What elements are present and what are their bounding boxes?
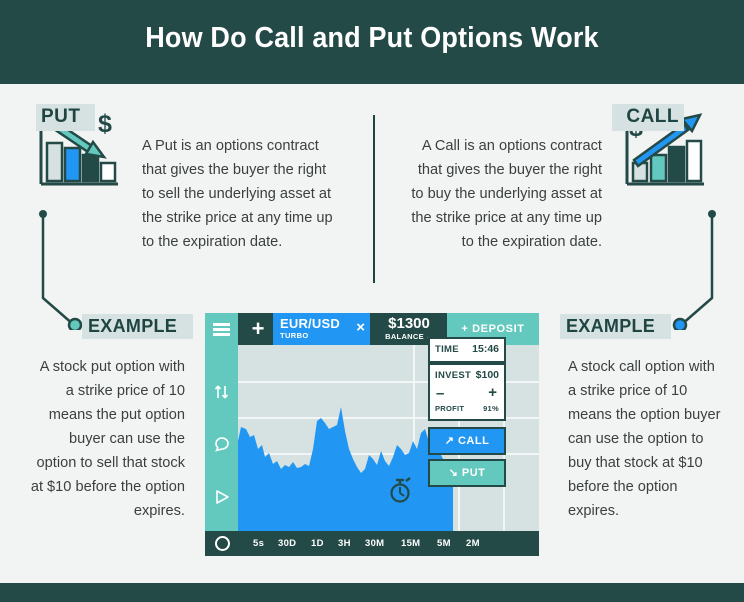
put-button-label: PUT: [461, 467, 486, 479]
profit-label: PROFIT: [435, 404, 465, 413]
sort-arrows-icon[interactable]: [213, 383, 231, 401]
put-tag: PUT: [36, 104, 95, 131]
asset-tab-name: EUR/USD: [280, 316, 340, 331]
app-sidebar: [205, 345, 238, 531]
invest-decrease-button[interactable]: –: [436, 386, 444, 401]
balance-amount: $1300: [388, 315, 430, 332]
stopwatch-icon: [387, 475, 413, 503]
call-trade-button[interactable]: ↗ CALL: [428, 427, 506, 455]
asset-tab-eurusd[interactable]: EUR/USD TURBO ×: [273, 313, 370, 345]
timeframe-6[interactable]: 5M: [437, 538, 451, 549]
page-header: How Do Call and Put Options Work: [0, 0, 744, 84]
call-heading: CALL: [378, 104, 708, 134]
put-arrow-icon: ↘: [448, 467, 459, 479]
example-tag-left: EXAMPLE: [82, 314, 194, 339]
circle-icon[interactable]: [215, 536, 230, 551]
timeframe-2[interactable]: 1D: [311, 538, 324, 549]
timeframe-3[interactable]: 3H: [338, 538, 351, 549]
call-button-label: CALL: [457, 435, 490, 447]
page-footer: [0, 583, 744, 602]
timeframe-1[interactable]: 30D: [278, 538, 296, 549]
time-panel: TIME 15:46: [428, 337, 506, 363]
example-tag-right: EXAMPLE: [560, 314, 672, 339]
time-label: TIME: [435, 344, 459, 355]
timeframe-5[interactable]: 15M: [401, 538, 420, 549]
timeframe-bar: 5s 30D 1D 3H 30M 15M 5M 2M: [205, 531, 539, 556]
call-definition: CALL A Call is an options contract that …: [378, 104, 708, 254]
profit-value: 91%: [483, 404, 499, 413]
call-arrow-icon: ↗: [444, 435, 455, 447]
asset-tab-type: TURBO: [280, 331, 309, 340]
page-title: How Do Call and Put Options Work: [145, 22, 599, 54]
trading-app-mockup: + EUR/USD TURBO × $1300 BALANCE ⌄ + DEPO…: [205, 313, 539, 556]
put-heading: PUT: [36, 104, 366, 134]
play-icon[interactable]: [213, 488, 231, 506]
time-value: 15:46: [472, 343, 499, 355]
invest-panel: INVEST $100 – + PROFIT 91%: [428, 363, 506, 421]
add-asset-button[interactable]: +: [243, 313, 273, 345]
put-trade-button[interactable]: ↘ PUT: [428, 459, 506, 487]
timeframe-4[interactable]: 30M: [365, 538, 384, 549]
call-description: A Call is an options contract that gives…: [411, 138, 602, 250]
chat-bubble-icon[interactable]: [213, 435, 231, 453]
section-divider: [373, 115, 375, 283]
example-heading-right: EXAMPLE: [560, 314, 672, 339]
close-icon[interactable]: ×: [356, 319, 365, 337]
invest-value: $100: [475, 369, 499, 381]
example-text-right: A stock call option with a strike price …: [568, 359, 721, 519]
put-description: A Put is an options contract that gives …: [142, 138, 333, 250]
hamburger-menu-icon[interactable]: [205, 313, 238, 345]
example-heading-left: EXAMPLE: [82, 314, 194, 339]
timeframe-0[interactable]: 5s: [253, 538, 264, 549]
example-text-left: A stock put option with a strike price o…: [30, 359, 185, 519]
invest-label: INVEST: [435, 370, 472, 381]
timeframe-7[interactable]: 2M: [466, 538, 480, 549]
invest-increase-button[interactable]: +: [488, 385, 497, 400]
call-tag: CALL: [612, 104, 684, 131]
